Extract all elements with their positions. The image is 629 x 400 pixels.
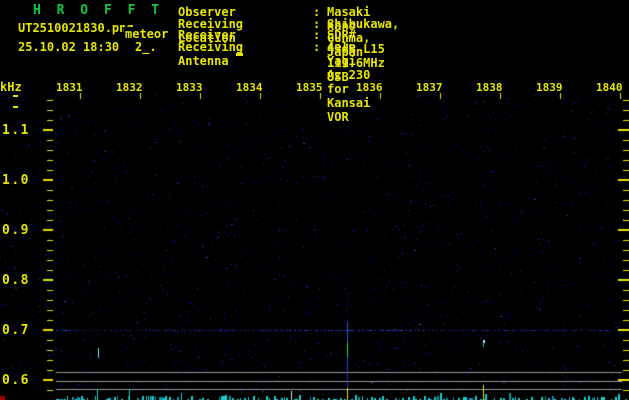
datetime-label: 25.10.02 18:30 — [18, 40, 119, 54]
y-axis-freq-label: 0.6 — [2, 373, 30, 388]
x-axis-time-label: 1831 — [56, 81, 83, 94]
app-title: H R O F F T — [33, 3, 163, 18]
y-axis-freq-label: 0.8 — [2, 273, 30, 288]
y-axis-freq-label: 0.7 — [2, 323, 30, 338]
y-axis-minor-dash — [13, 95, 18, 97]
spectrogram-canvas — [0, 0, 629, 400]
hrofft-screenshot: H R O F F T UT2510021830.png meteor 25.1… — [0, 0, 629, 400]
output-filename: UT2510021830.png — [18, 21, 134, 35]
y-axis-freq-label: 0.9 — [2, 223, 30, 238]
y-axis-freq-label: 1.0 — [2, 173, 30, 188]
x-axis-time-label: 1840 — [596, 81, 623, 94]
status-underscore-artifact — [236, 53, 243, 56]
x-axis-time-label: 1832 — [116, 81, 143, 94]
y-axis-minor-dash — [13, 106, 18, 108]
progress-counter: 2_. — [135, 40, 157, 54]
y-axis-freq-label: 1.1 — [2, 123, 30, 138]
y-axis-unit-label: kHz — [0, 80, 22, 94]
x-axis-time-label: 1834 — [236, 81, 263, 94]
mode-label: meteor — [124, 27, 169, 41]
station-field-label: Receiving Antenna — [178, 40, 243, 68]
station-field-colon: : — [313, 40, 320, 54]
x-axis-time-label: 1833 — [176, 81, 203, 94]
x-axis-time-label: 1836 — [356, 81, 383, 94]
x-axis-time-label: 1835 — [296, 81, 323, 94]
x-axis-time-label: 1837 — [416, 81, 443, 94]
x-axis-time-label: 1838 — [476, 81, 503, 94]
x-axis-time-label: 1839 — [536, 81, 563, 94]
